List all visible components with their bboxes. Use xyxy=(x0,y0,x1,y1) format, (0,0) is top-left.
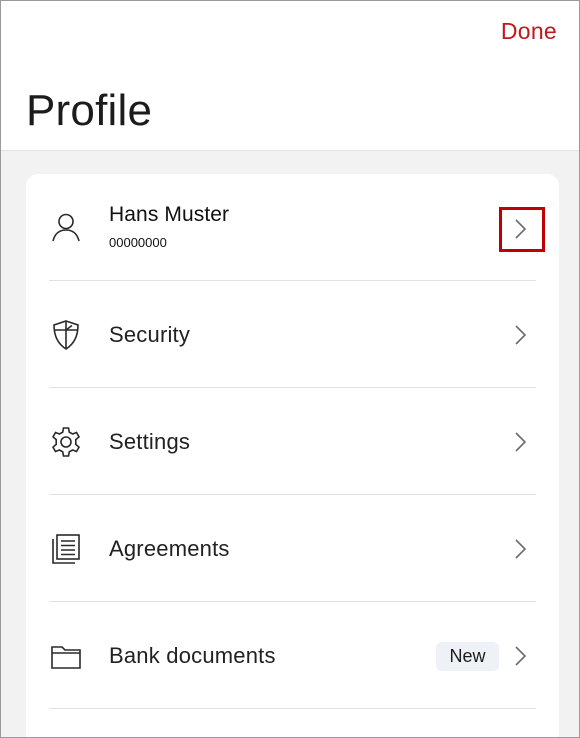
profile-row[interactable]: Hans Muster 00000000 xyxy=(26,174,559,281)
person-icon xyxy=(49,210,83,244)
chevron-right-icon xyxy=(508,535,532,563)
menu-item-label: Security xyxy=(109,322,191,347)
chevron-right-icon xyxy=(508,642,532,670)
folder-icon xyxy=(49,639,83,673)
menu-item-security[interactable]: Security xyxy=(26,281,559,388)
profile-number: 00000000 xyxy=(109,235,167,250)
new-badge: New xyxy=(436,642,499,671)
menu-item-agreements[interactable]: Agreements xyxy=(26,495,559,602)
menu-item-label: Bank documents xyxy=(109,643,276,668)
gear-icon xyxy=(49,425,83,459)
menu-item-label: Agreements xyxy=(109,536,230,561)
menu-item-settings[interactable]: Settings xyxy=(26,388,559,495)
chevron-right-icon xyxy=(508,321,532,349)
screen: Done Profile Hans Muster 00000000 Securi… xyxy=(0,0,580,738)
header-bar: Done Profile xyxy=(1,1,579,151)
done-button[interactable]: Done xyxy=(501,18,557,45)
profile-name: Hans Muster xyxy=(109,203,230,226)
chevron-right-icon xyxy=(508,428,532,456)
shield-icon xyxy=(49,318,83,352)
divider xyxy=(49,708,536,709)
profile-menu-card: Hans Muster 00000000 Security Settings A… xyxy=(26,174,559,737)
highlight-box xyxy=(499,207,545,252)
menu-item-label: Settings xyxy=(109,429,191,454)
page-title: Profile xyxy=(26,86,153,135)
document-icon xyxy=(49,532,83,566)
